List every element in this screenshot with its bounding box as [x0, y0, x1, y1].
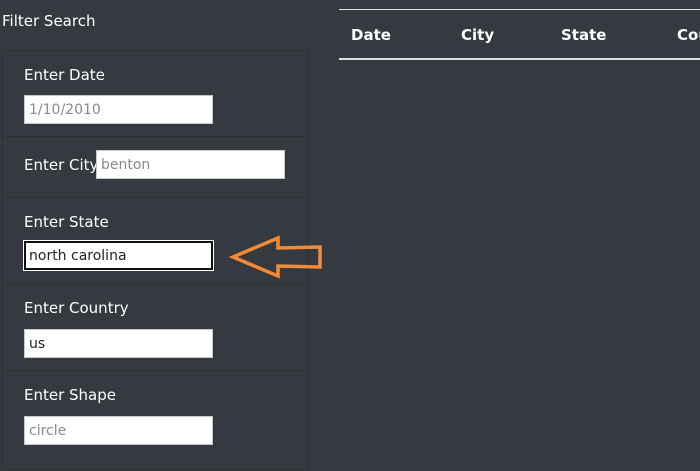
column-header-country[interactable]: Country: [677, 26, 700, 44]
city-input[interactable]: [96, 150, 285, 179]
column-header-state[interactable]: State: [561, 26, 606, 44]
country-input[interactable]: [24, 329, 213, 358]
filter-item-country: Enter Country: [3, 284, 307, 371]
state-label: Enter State: [24, 213, 109, 231]
results-table-header: Date City State Country: [339, 9, 700, 60]
date-input[interactable]: [24, 95, 213, 124]
city-label: Enter City: [24, 156, 99, 174]
sidebar-title: Filter Search: [2, 12, 96, 30]
date-label: Enter Date: [24, 66, 105, 84]
column-header-date[interactable]: Date: [351, 26, 391, 44]
filter-item-shape: Enter Shape: [3, 371, 307, 471]
arrow-outline: [228, 235, 322, 279]
country-label: Enter Country: [24, 299, 129, 317]
state-input[interactable]: [24, 241, 213, 270]
filter-item-date: Enter Date: [3, 51, 307, 137]
shape-input[interactable]: [24, 416, 213, 445]
shape-label: Enter Shape: [24, 386, 116, 404]
column-header-city[interactable]: City: [461, 26, 494, 44]
filter-item-city: Enter City: [3, 137, 307, 198]
arrow-left-icon: [228, 235, 322, 279]
